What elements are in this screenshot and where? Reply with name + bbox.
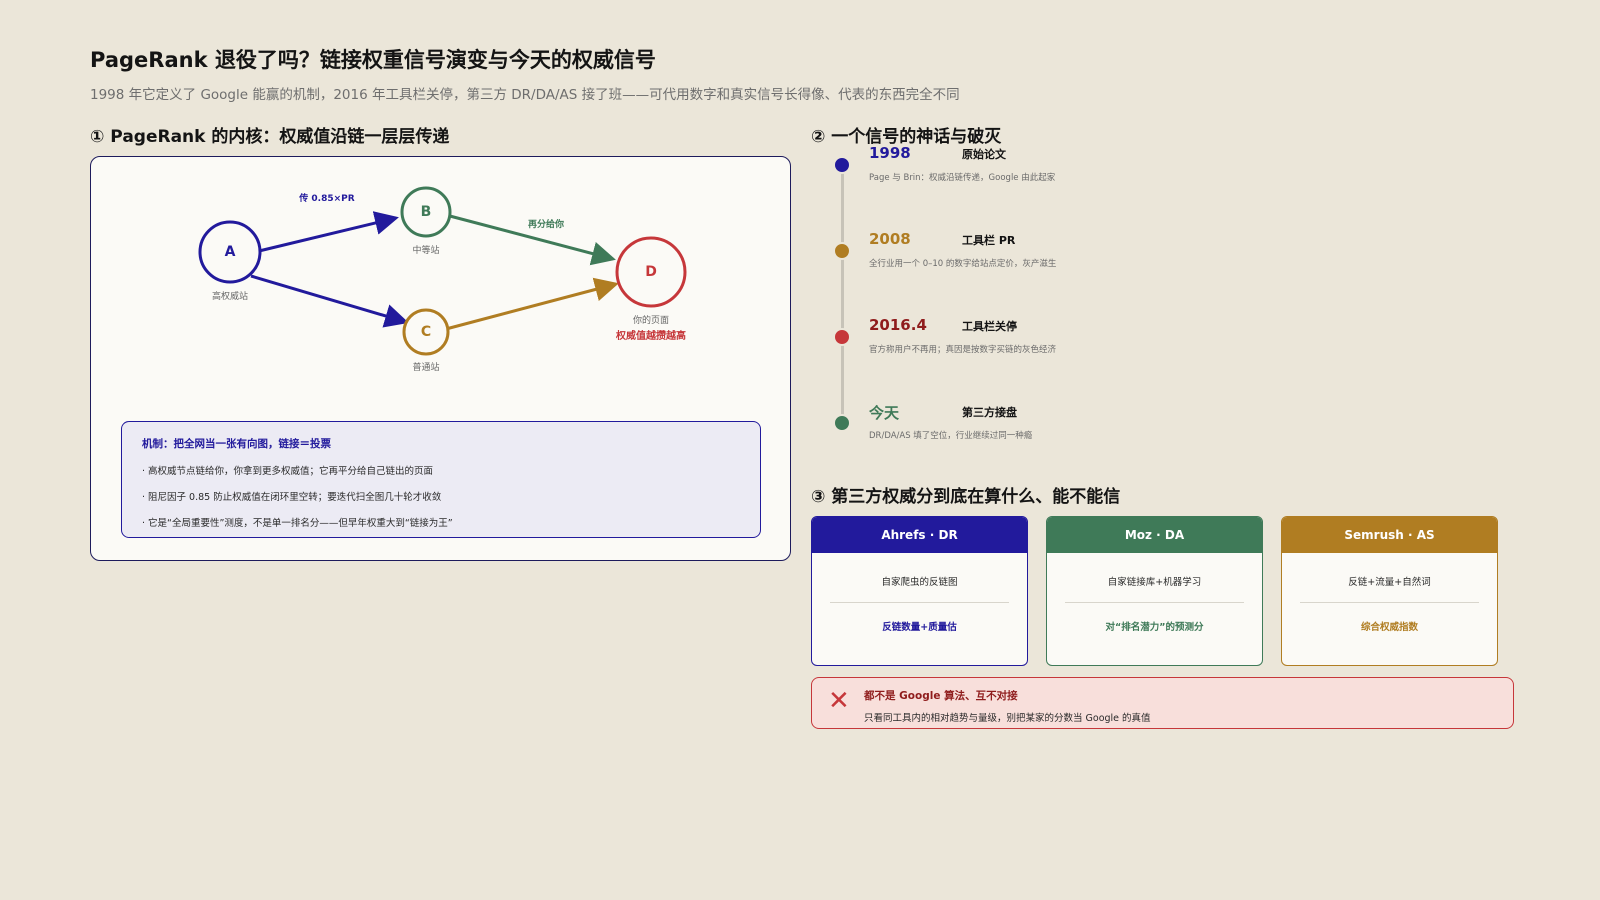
timeline-desc: 官方称用户不再用；真因是按数字买链的灰色经济	[869, 345, 1057, 355]
timeline-dot	[833, 156, 851, 174]
timeline-line	[841, 165, 844, 428]
card-header: Ahrefs · DR	[812, 517, 1027, 553]
timeline-dot	[833, 414, 851, 432]
timeline-year: 今天	[869, 404, 900, 422]
page-title: PageRank 退役了吗？链接权重信号演变与今天的权威信号	[90, 48, 656, 72]
card-measure: 反链数量+质量估	[882, 622, 957, 633]
node-c-letter: C	[420, 324, 432, 340]
timeline-year: 2016.4	[869, 316, 927, 334]
mechanism-title: 机制：把全网当一张有向图，链接＝投票	[142, 438, 331, 450]
warning-title: 都不是 Google 算法、互不对接	[864, 690, 1018, 702]
close-icon: ✕	[828, 686, 850, 716]
timeline-desc: Page 与 Brin：权威沿链传递，Google 由此起家	[869, 173, 1056, 183]
card-divider	[1300, 602, 1479, 603]
card-measure: 对“排名潜力”的预测分	[1105, 622, 1204, 633]
node-c-label: 普通站	[412, 363, 440, 373]
timeline-year: 1998	[869, 144, 911, 162]
node-b-letter: B	[420, 204, 432, 220]
semrush-card: Semrush · AS 反链+流量+自然词 综合权威指数	[1281, 516, 1498, 666]
node-a-letter: A	[224, 244, 236, 260]
card-source: 自家链接库+机器学习	[1107, 577, 1202, 588]
node-d-note: 权威值越攒越高	[616, 331, 686, 342]
page-subtitle: 1998 年它定义了 Google 能赢的机制，2016 年工具栏关停，第三方 …	[90, 87, 960, 103]
timeline-title: 工具栏 PR	[962, 234, 1016, 247]
edge-a-b	[258, 211, 399, 253]
mechanism-item: · 它是“全局重要性”测度，不是单一排名分——但早年权重大到“链接为王”	[142, 518, 453, 529]
timeline-dot	[833, 328, 851, 346]
pagerank-diagram-panel: A B C D 高权威站 中等站 普通站 你的页面 权威值越攒越高 传 0.85…	[90, 156, 791, 561]
node-b-label: 中等站	[412, 246, 440, 256]
node-d-letter: D	[645, 264, 657, 280]
mechanism-box: 机制：把全网当一张有向图，链接＝投票 · 高权威节点链给你，你拿到更多权威值；它…	[121, 421, 761, 538]
section1-heading: ① PageRank 的内核：权威值沿链一层层传递	[90, 127, 450, 147]
warning-text: 只看同工具内的相对趋势与量级，别把某家的分数当 Google 的真值	[864, 713, 1151, 724]
mechanism-item: · 阻尼因子 0.85 防止权威值在闭环里空转；要迭代扫全图几十轮才收敛	[142, 492, 442, 503]
timeline-dot	[833, 242, 851, 260]
edge-label-ab: 传 0.85×PR	[299, 194, 355, 204]
timeline-year: 2008	[869, 230, 911, 248]
timeline-desc: DR/DA/AS 填了空位，行业继续过同一种瘾	[869, 431, 1033, 441]
card-measure: 综合权威指数	[1360, 622, 1418, 633]
card-divider	[1065, 602, 1244, 603]
timeline-title: 第三方接盘	[962, 406, 1017, 419]
node-d-label: 你的页面	[632, 316, 670, 326]
ahrefs-card: Ahrefs · DR 自家爬虫的反链图 反链数量+质量估	[811, 516, 1028, 666]
timeline-title: 工具栏关停	[962, 320, 1017, 333]
moz-card: Moz · DA 自家链接库+机器学习 对“排名潜力”的预测分	[1046, 516, 1263, 666]
card-source: 反链+流量+自然词	[1348, 577, 1431, 588]
card-header: Moz · DA	[1047, 517, 1262, 553]
node-a-label: 高权威站	[211, 292, 249, 302]
timeline-title: 原始论文	[962, 148, 1006, 161]
edge-a-c	[250, 274, 409, 328]
card-source: 自家爬虫的反链图	[881, 577, 958, 588]
card-divider	[830, 602, 1009, 603]
section3-heading: ③ 第三方权威分到底在算什么、能不能信	[811, 487, 1121, 507]
mechanism-item: · 高权威节点链给你，你拿到更多权威值；它再平分给自己链出的页面	[142, 466, 434, 477]
edge-label-bd: 再分给你	[527, 220, 565, 230]
edge-c-d	[445, 277, 619, 331]
warning-box: ✕ 都不是 Google 算法、互不对接 只看同工具内的相对趋势与量级，别把某家…	[811, 677, 1514, 729]
timeline-desc: 全行业用一个 0–10 的数字给站点定价，灰产滋生	[869, 259, 1057, 269]
card-header: Semrush · AS	[1282, 517, 1497, 553]
